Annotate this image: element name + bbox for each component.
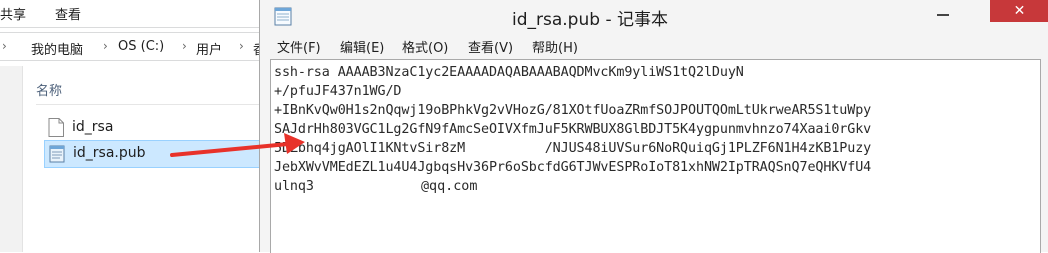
email-fragment: @qq.com bbox=[421, 179, 478, 194]
menu-bar: 文件(F) 编辑(E) 格式(O) 查看(V) 帮助(H) bbox=[260, 34, 1048, 58]
text-editor-area[interactable]: ssh-rsa AAAAB3NzaC1yc2EAAAADAQABAAABAQDM… bbox=[270, 59, 1041, 253]
breadcrumb-separator-icon: › bbox=[2, 39, 7, 53]
text-line: SAJdrHh803VGC1Lg2GfN9fAmcSeOIVXfmJuF5KRW… bbox=[274, 122, 872, 137]
text-line: +/pfuJF437n1WG/D bbox=[274, 84, 402, 99]
navigation-pane[interactable] bbox=[0, 66, 23, 252]
file-name: id_rsa.pub bbox=[73, 145, 146, 161]
blank-file-icon bbox=[48, 118, 64, 137]
address-bar[interactable]: › 我的电脑 › OS (C:) › 用户 › 香 bbox=[0, 32, 270, 61]
ribbon-tab-share[interactable]: 共享 bbox=[0, 4, 26, 23]
text-line: ssh-rsa AAAAB3NzaC1yc2EAAAADAQABAAABAQDM… bbox=[274, 65, 744, 80]
window-title: id_rsa.pub - 记事本 bbox=[512, 10, 668, 30]
close-button[interactable]: ✕ bbox=[990, 0, 1048, 22]
text-line: ulnq3 bbox=[274, 179, 314, 194]
header-divider bbox=[36, 104, 266, 105]
ribbon-tab-view[interactable]: 查看 bbox=[55, 4, 81, 23]
file-explorer-window: 共享 查看 › 我的电脑 › OS (C:) › 用户 › 香 名称 id_rs… bbox=[0, 0, 270, 252]
file-row-id-rsa[interactable]: id_rsa bbox=[44, 115, 266, 141]
menu-file[interactable]: 文件(F) bbox=[277, 37, 321, 56]
text-line: 5DZbhq4jgAOlI1KNtvSir8zM /NJUS48iUVSur6N… bbox=[274, 141, 872, 156]
notepad-file-icon bbox=[49, 145, 65, 163]
breadcrumb-users[interactable]: 用户 bbox=[196, 39, 222, 58]
explorer-ribbon: 共享 查看 bbox=[0, 0, 270, 28]
menu-edit[interactable]: 编辑(E) bbox=[340, 37, 384, 56]
breadcrumb-separator-icon: › bbox=[239, 39, 244, 53]
file-name: id_rsa bbox=[72, 119, 114, 135]
title-bar[interactable]: id_rsa.pub - 记事本 ✕ bbox=[260, 0, 1048, 32]
minimize-button[interactable] bbox=[930, 7, 956, 23]
column-header-name[interactable]: 名称 bbox=[36, 80, 62, 99]
breadcrumb-separator-icon: › bbox=[103, 39, 108, 53]
breadcrumb-my-computer[interactable]: 我的电脑 bbox=[31, 39, 83, 58]
menu-view[interactable]: 查看(V) bbox=[468, 37, 513, 56]
menu-help[interactable]: 帮助(H) bbox=[532, 37, 578, 56]
text-line: JebXWvVMEdEZL1u4U4JgbqsHv36Pr6oSbcfdG6TJ… bbox=[274, 160, 872, 175]
file-row-id-rsa-pub[interactable]: id_rsa.pub bbox=[44, 140, 268, 168]
notepad-window: id_rsa.pub - 记事本 ✕ 文件(F) 编辑(E) 格式(O) 查看(… bbox=[259, 0, 1048, 253]
menu-format[interactable]: 格式(O) bbox=[402, 37, 448, 56]
breadcrumb-separator-icon: › bbox=[182, 39, 187, 53]
breadcrumb-os-drive[interactable]: OS (C:) bbox=[118, 39, 164, 54]
text-line: +IBnKvQw0H1s2nQqwj19oBPhkVg2vVHozG/81XOt… bbox=[274, 103, 872, 118]
